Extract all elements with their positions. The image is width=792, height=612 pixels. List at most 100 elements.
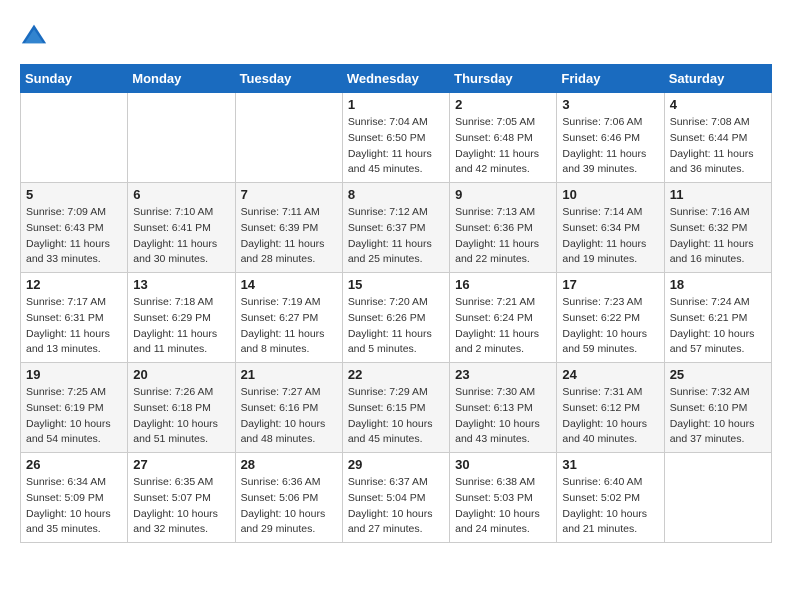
day-number: 12 [26,277,122,292]
calendar-day-cell: 13 Sunrise: 7:18 AMSunset: 6:29 PMDayligh… [128,273,235,363]
day-info: Sunrise: 7:20 AMSunset: 6:26 PMDaylight:… [348,295,444,358]
day-number: 16 [455,277,551,292]
day-info: Sunrise: 7:30 AMSunset: 6:13 PMDaylight:… [455,385,551,448]
day-info: Sunrise: 7:19 AMSunset: 6:27 PMDaylight:… [241,295,337,358]
day-number: 30 [455,457,551,472]
calendar-day-cell: 25 Sunrise: 7:32 AMSunset: 6:10 PMDayligh… [664,363,771,453]
day-of-week-header: Tuesday [235,65,342,93]
calendar-day-cell: 5 Sunrise: 7:09 AMSunset: 6:43 PMDaylight… [21,183,128,273]
day-info: Sunrise: 7:05 AMSunset: 6:48 PMDaylight:… [455,115,551,178]
day-info: Sunrise: 7:27 AMSunset: 6:16 PMDaylight:… [241,385,337,448]
day-info: Sunrise: 7:11 AMSunset: 6:39 PMDaylight:… [241,205,337,268]
day-info: Sunrise: 7:06 AMSunset: 6:46 PMDaylight:… [562,115,658,178]
day-number: 19 [26,367,122,382]
logo [20,20,52,48]
day-number: 22 [348,367,444,382]
day-number: 5 [26,187,122,202]
day-number: 15 [348,277,444,292]
logo-icon [20,20,48,48]
calendar-day-cell: 6Sunrise: 7:10 AMSunset: 6:41 PMDaylight… [128,183,235,273]
day-number: 3 [562,97,658,112]
day-number: 23 [455,367,551,382]
day-number: 17 [562,277,658,292]
calendar-week-row: 12 Sunrise: 7:17 AMSunset: 6:31 PMDayligh… [21,273,772,363]
day-info: Sunrise: 7:08 AMSunset: 6:44 PMDaylight:… [670,115,766,178]
day-number: 21 [241,367,337,382]
calendar-day-cell: 9Sunrise: 7:13 AMSunset: 6:36 PMDaylight… [450,183,557,273]
day-info: Sunrise: 7:25 AMSunset: 6:19 PMDaylight:… [26,385,122,448]
day-number: 18 [670,277,766,292]
day-info: Sunrise: 6:37 AMSunset: 5:04 PMDaylight:… [348,475,444,538]
day-info: Sunrise: 6:36 AMSunset: 5:06 PMDaylight:… [241,475,337,538]
day-info: Sunrise: 6:38 AMSunset: 5:03 PMDaylight:… [455,475,551,538]
day-info: Sunrise: 7:18 AMSunset: 6:29 PMDaylight:… [133,295,229,358]
calendar-week-row: 5 Sunrise: 7:09 AMSunset: 6:43 PMDaylight… [21,183,772,273]
calendar-day-cell: 4 Sunrise: 7:08 AMSunset: 6:44 PMDaylight… [664,93,771,183]
calendar-table: SundayMondayTuesdayWednesdayThursdayFrid… [20,64,772,543]
day-info: Sunrise: 7:10 AMSunset: 6:41 PMDaylight:… [133,205,229,268]
day-info: Sunrise: 7:24 AMSunset: 6:21 PMDaylight:… [670,295,766,358]
calendar-week-row: 19 Sunrise: 7:25 AMSunset: 6:19 PMDayligh… [21,363,772,453]
calendar-day-cell [128,93,235,183]
day-number: 25 [670,367,766,382]
calendar-day-cell: 31 Sunrise: 6:40 AMSunset: 5:02 PMDayligh… [557,453,664,543]
calendar-day-cell: 1 Sunrise: 7:04 AMSunset: 6:50 PMDaylight… [342,93,449,183]
day-number: 13 [133,277,229,292]
calendar-header-row: SundayMondayTuesdayWednesdayThursdayFrid… [21,65,772,93]
day-number: 29 [348,457,444,472]
calendar-day-cell [21,93,128,183]
calendar-day-cell [664,453,771,543]
day-info: Sunrise: 7:09 AMSunset: 6:43 PMDaylight:… [26,205,122,268]
calendar-day-cell: 24Sunrise: 7:31 AMSunset: 6:12 PMDayligh… [557,363,664,453]
calendar-day-cell: 12 Sunrise: 7:17 AMSunset: 6:31 PMDayligh… [21,273,128,363]
calendar-week-row: 26 Sunrise: 6:34 AMSunset: 5:09 PMDayligh… [21,453,772,543]
day-info: Sunrise: 6:40 AMSunset: 5:02 PMDaylight:… [562,475,658,538]
day-info: Sunrise: 7:31 AMSunset: 6:12 PMDaylight:… [562,385,658,448]
day-info: Sunrise: 7:12 AMSunset: 6:37 PMDaylight:… [348,205,444,268]
day-info: Sunrise: 7:23 AMSunset: 6:22 PMDaylight:… [562,295,658,358]
calendar-day-cell: 7 Sunrise: 7:11 AMSunset: 6:39 PMDaylight… [235,183,342,273]
day-of-week-header: Monday [128,65,235,93]
calendar-day-cell: 21 Sunrise: 7:27 AMSunset: 6:16 PMDayligh… [235,363,342,453]
day-of-week-header: Sunday [21,65,128,93]
calendar-day-cell: 17 Sunrise: 7:23 AMSunset: 6:22 PMDayligh… [557,273,664,363]
day-of-week-header: Saturday [664,65,771,93]
calendar-day-cell: 27 Sunrise: 6:35 AMSunset: 5:07 PMDayligh… [128,453,235,543]
day-info: Sunrise: 7:32 AMSunset: 6:10 PMDaylight:… [670,385,766,448]
day-info: Sunrise: 7:17 AMSunset: 6:31 PMDaylight:… [26,295,122,358]
day-number: 7 [241,187,337,202]
calendar-day-cell: 28Sunrise: 6:36 AMSunset: 5:06 PMDayligh… [235,453,342,543]
calendar-day-cell: 22 Sunrise: 7:29 AMSunset: 6:15 PMDayligh… [342,363,449,453]
day-number: 8 [348,187,444,202]
day-info: Sunrise: 7:04 AMSunset: 6:50 PMDaylight:… [348,115,444,178]
day-number: 14 [241,277,337,292]
day-number: 11 [670,187,766,202]
day-of-week-header: Friday [557,65,664,93]
calendar-day-cell: 10 Sunrise: 7:14 AMSunset: 6:34 PMDayligh… [557,183,664,273]
day-of-week-header: Wednesday [342,65,449,93]
day-info: Sunrise: 7:14 AMSunset: 6:34 PMDaylight:… [562,205,658,268]
calendar-day-cell: 20Sunrise: 7:26 AMSunset: 6:18 PMDayligh… [128,363,235,453]
day-number: 31 [562,457,658,472]
day-number: 26 [26,457,122,472]
calendar-day-cell: 3 Sunrise: 7:06 AMSunset: 6:46 PMDaylight… [557,93,664,183]
day-number: 27 [133,457,229,472]
day-info: Sunrise: 7:26 AMSunset: 6:18 PMDaylight:… [133,385,229,448]
day-info: Sunrise: 7:16 AMSunset: 6:32 PMDaylight:… [670,205,766,268]
day-number: 10 [562,187,658,202]
day-info: Sunrise: 6:34 AMSunset: 5:09 PMDaylight:… [26,475,122,538]
calendar-day-cell: 14 Sunrise: 7:19 AMSunset: 6:27 PMDayligh… [235,273,342,363]
day-info: Sunrise: 7:29 AMSunset: 6:15 PMDaylight:… [348,385,444,448]
day-info: Sunrise: 7:13 AMSunset: 6:36 PMDaylight:… [455,205,551,268]
calendar-day-cell: 18 Sunrise: 7:24 AMSunset: 6:21 PMDayligh… [664,273,771,363]
calendar-day-cell: 11 Sunrise: 7:16 AMSunset: 6:32 PMDayligh… [664,183,771,273]
calendar-day-cell: 8 Sunrise: 7:12 AMSunset: 6:37 PMDaylight… [342,183,449,273]
day-number: 4 [670,97,766,112]
calendar-day-cell: 15 Sunrise: 7:20 AMSunset: 6:26 PMDayligh… [342,273,449,363]
day-info: Sunrise: 6:35 AMSunset: 5:07 PMDaylight:… [133,475,229,538]
calendar-day-cell: 2Sunrise: 7:05 AMSunset: 6:48 PMDaylight… [450,93,557,183]
calendar-week-row: 1 Sunrise: 7:04 AMSunset: 6:50 PMDaylight… [21,93,772,183]
calendar-day-cell: 16 Sunrise: 7:21 AMSunset: 6:24 PMDayligh… [450,273,557,363]
day-info: Sunrise: 7:21 AMSunset: 6:24 PMDaylight:… [455,295,551,358]
day-number: 1 [348,97,444,112]
